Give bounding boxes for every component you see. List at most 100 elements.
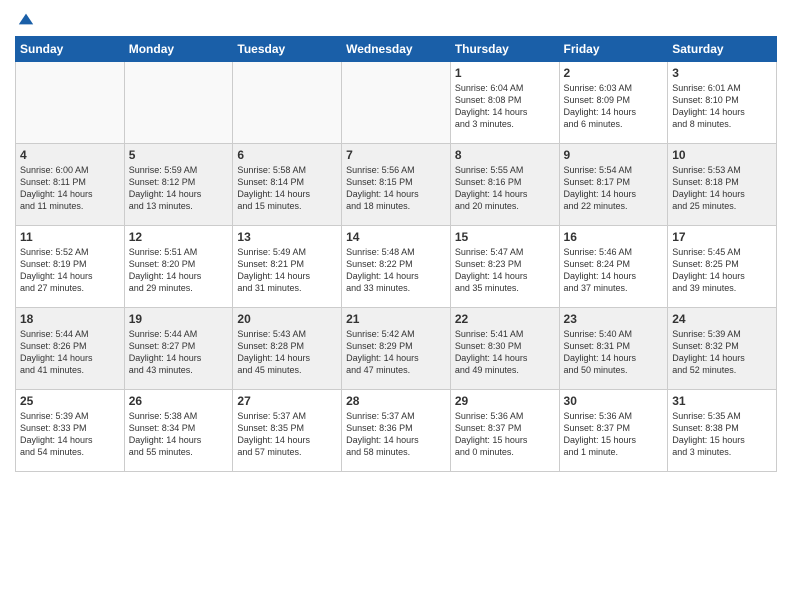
calendar-cell [16,62,125,144]
day-number: 29 [455,394,555,408]
cell-info: Daylight: 14 hours [455,106,555,118]
cell-info: and 20 minutes. [455,200,555,212]
cell-info: Sunset: 8:29 PM [346,340,446,352]
calendar-cell: 29Sunrise: 5:36 AMSunset: 8:37 PMDayligh… [450,390,559,472]
cell-info: Sunset: 8:36 PM [346,422,446,434]
calendar-cell: 10Sunrise: 5:53 AMSunset: 8:18 PMDayligh… [668,144,777,226]
calendar-cell: 16Sunrise: 5:46 AMSunset: 8:24 PMDayligh… [559,226,668,308]
cell-info: Sunset: 8:14 PM [237,176,337,188]
day-number: 11 [20,230,120,244]
calendar-cell: 8Sunrise: 5:55 AMSunset: 8:16 PMDaylight… [450,144,559,226]
cell-info: and 11 minutes. [20,200,120,212]
cell-info: Sunrise: 5:53 AM [672,164,772,176]
week-row-5: 25Sunrise: 5:39 AMSunset: 8:33 PMDayligh… [16,390,777,472]
header-row: SundayMondayTuesdayWednesdayThursdayFrid… [16,37,777,62]
day-number: 24 [672,312,772,326]
cell-info: Sunrise: 5:46 AM [564,246,664,258]
cell-info: Sunrise: 5:54 AM [564,164,664,176]
cell-info: Daylight: 15 hours [672,434,772,446]
day-number: 26 [129,394,229,408]
cell-info: and 13 minutes. [129,200,229,212]
cell-info: and 18 minutes. [346,200,446,212]
cell-info: Daylight: 14 hours [237,352,337,364]
cell-info: Sunset: 8:08 PM [455,94,555,106]
cell-info: and 29 minutes. [129,282,229,294]
cell-info: and 33 minutes. [346,282,446,294]
day-header-wednesday: Wednesday [342,37,451,62]
cell-info: Daylight: 14 hours [455,270,555,282]
cell-info: Sunrise: 5:41 AM [455,328,555,340]
calendar-cell: 15Sunrise: 5:47 AMSunset: 8:23 PMDayligh… [450,226,559,308]
cell-info: Daylight: 14 hours [346,188,446,200]
week-row-1: 1Sunrise: 6:04 AMSunset: 8:08 PMDaylight… [16,62,777,144]
calendar-cell: 23Sunrise: 5:40 AMSunset: 8:31 PMDayligh… [559,308,668,390]
cell-info: and 52 minutes. [672,364,772,376]
cell-info: Sunrise: 6:01 AM [672,82,772,94]
cell-info: Daylight: 14 hours [564,188,664,200]
cell-info: and 3 minutes. [455,118,555,130]
calendar-cell: 1Sunrise: 6:04 AMSunset: 8:08 PMDaylight… [450,62,559,144]
cell-info: Sunset: 8:26 PM [20,340,120,352]
cell-info: Daylight: 14 hours [346,434,446,446]
calendar-cell [342,62,451,144]
cell-info: Sunset: 8:34 PM [129,422,229,434]
day-number: 7 [346,148,446,162]
cell-info: Daylight: 14 hours [129,434,229,446]
calendar-cell: 6Sunrise: 5:58 AMSunset: 8:14 PMDaylight… [233,144,342,226]
calendar-cell: 5Sunrise: 5:59 AMSunset: 8:12 PMDaylight… [124,144,233,226]
cell-info: Sunrise: 5:52 AM [20,246,120,258]
day-number: 23 [564,312,664,326]
cell-info: Daylight: 14 hours [237,434,337,446]
cell-info: Sunrise: 5:39 AM [20,410,120,422]
calendar-cell: 30Sunrise: 5:36 AMSunset: 8:37 PMDayligh… [559,390,668,472]
cell-info: and 0 minutes. [455,446,555,458]
cell-info: Daylight: 14 hours [129,352,229,364]
day-number: 31 [672,394,772,408]
day-number: 17 [672,230,772,244]
logo [15,10,35,28]
cell-info: Daylight: 14 hours [672,106,772,118]
cell-info: Sunrise: 5:39 AM [672,328,772,340]
day-number: 25 [20,394,120,408]
logo-icon [17,10,35,28]
cell-info: Sunrise: 5:48 AM [346,246,446,258]
cell-info: Sunset: 8:09 PM [564,94,664,106]
day-header-friday: Friday [559,37,668,62]
cell-info: Sunset: 8:20 PM [129,258,229,270]
cell-info: Daylight: 15 hours [564,434,664,446]
day-number: 16 [564,230,664,244]
cell-info: and 45 minutes. [237,364,337,376]
cell-info: and 54 minutes. [20,446,120,458]
calendar-cell: 17Sunrise: 5:45 AMSunset: 8:25 PMDayligh… [668,226,777,308]
day-number: 22 [455,312,555,326]
day-header-saturday: Saturday [668,37,777,62]
cell-info: Sunrise: 5:38 AM [129,410,229,422]
calendar-cell: 9Sunrise: 5:54 AMSunset: 8:17 PMDaylight… [559,144,668,226]
day-number: 21 [346,312,446,326]
cell-info: Daylight: 14 hours [20,270,120,282]
cell-info: Sunset: 8:22 PM [346,258,446,270]
cell-info: Sunrise: 5:44 AM [20,328,120,340]
cell-info: Sunset: 8:18 PM [672,176,772,188]
day-number: 8 [455,148,555,162]
cell-info: Daylight: 14 hours [20,434,120,446]
cell-info: Sunset: 8:23 PM [455,258,555,270]
day-number: 9 [564,148,664,162]
cell-info: Sunrise: 5:42 AM [346,328,446,340]
day-number: 15 [455,230,555,244]
cell-info: and 27 minutes. [20,282,120,294]
cell-info: Daylight: 14 hours [564,352,664,364]
day-number: 20 [237,312,337,326]
cell-info: Sunrise: 5:55 AM [455,164,555,176]
cell-info: and 6 minutes. [564,118,664,130]
cell-info: Daylight: 14 hours [129,270,229,282]
cell-info: and 15 minutes. [237,200,337,212]
cell-info: and 39 minutes. [672,282,772,294]
week-row-2: 4Sunrise: 6:00 AMSunset: 8:11 PMDaylight… [16,144,777,226]
day-number: 13 [237,230,337,244]
day-number: 19 [129,312,229,326]
cell-info: Sunset: 8:37 PM [564,422,664,434]
cell-info: Daylight: 14 hours [564,270,664,282]
calendar-cell: 11Sunrise: 5:52 AMSunset: 8:19 PMDayligh… [16,226,125,308]
week-row-4: 18Sunrise: 5:44 AMSunset: 8:26 PMDayligh… [16,308,777,390]
